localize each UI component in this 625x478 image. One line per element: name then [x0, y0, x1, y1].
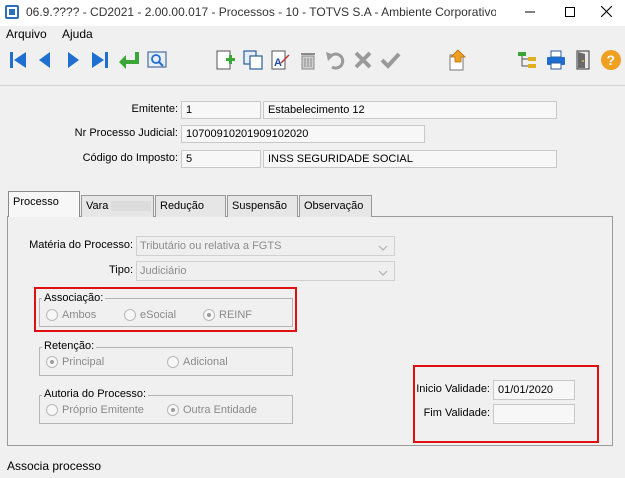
confirm-button[interactable]: [377, 48, 403, 74]
imposto-code-field[interactable]: 5: [181, 150, 261, 168]
materia-select[interactable]: Tributário ou relativa a FGTS: [136, 236, 395, 256]
autoria-title: Autoria do Processo:: [42, 388, 149, 400]
edit-icon: A: [269, 49, 291, 74]
last-record-button[interactable]: [87, 48, 113, 74]
status-bar: Associa processo: [0, 456, 625, 478]
print-button[interactable]: [543, 48, 569, 74]
autoria-proprio-emitente-radio[interactable]: [46, 404, 58, 416]
retencao-title: Retenção:: [42, 340, 97, 352]
previous-record-button[interactable]: [32, 48, 58, 74]
menu-bar: Arquivo Ajuda: [0, 26, 625, 43]
confirm-icon: [379, 49, 401, 74]
navigator-icon: [516, 49, 538, 74]
help-button[interactable]: ?: [598, 48, 624, 74]
status-text: Associa processo: [7, 459, 102, 473]
edit-button[interactable]: A: [267, 48, 293, 74]
undo-icon: [324, 49, 346, 74]
retencao-principal-label: Principal: [62, 356, 105, 368]
next-record-icon: [62, 49, 84, 74]
first-record-icon: [8, 49, 30, 74]
exit-button[interactable]: [571, 48, 597, 74]
first-record-button[interactable]: [6, 48, 32, 74]
toolbar: A ?: [0, 43, 625, 81]
autoria-proprio-emitente-label: Próprio Emitente: [62, 404, 144, 416]
goto-icon: [117, 49, 141, 74]
tab-vara-indicator: [111, 201, 152, 212]
tab-observacao[interactable]: Observação: [299, 195, 372, 217]
help-icon: ?: [600, 49, 622, 74]
close-button[interactable]: [588, 0, 625, 26]
copy-button[interactable]: [240, 48, 266, 74]
associacao-title: Associação:: [42, 292, 106, 304]
tab-suspensao[interactable]: Suspensão: [227, 195, 298, 217]
copy-icon: [242, 49, 264, 74]
inicio-validade-label: Inicio Validade:: [416, 383, 490, 395]
chevron-down-icon: [378, 266, 388, 284]
new-record-icon: [214, 49, 236, 74]
materia-label: Matéria do Processo:: [29, 239, 133, 251]
processo-label: Nr Processo Judicial:: [74, 127, 178, 139]
app-icon: [5, 5, 19, 19]
emitente-label: Emitente:: [131, 103, 178, 115]
associacao-esocial-label: eSocial: [140, 309, 177, 321]
imposto-description-field: INSS SEGURIDADE SOCIAL: [263, 150, 557, 168]
new-record-button[interactable]: [212, 48, 238, 74]
tab-vara-label: Vara: [86, 200, 109, 212]
processo-field[interactable]: 10700910201909102020: [181, 125, 425, 143]
maximize-button[interactable]: [550, 0, 590, 26]
close-icon: [600, 5, 613, 20]
maximize-icon: [565, 6, 575, 20]
delete-icon: [297, 49, 319, 74]
minimize-button[interactable]: [510, 0, 550, 26]
next-record-button[interactable]: [60, 48, 86, 74]
materia-value: Tributário ou relativa a FGTS: [140, 240, 282, 252]
associacao-reinf-label: REINF: [219, 309, 252, 321]
print-icon: [545, 49, 567, 74]
menu-ajuda[interactable]: Ajuda: [62, 27, 93, 41]
svg-text:?: ?: [607, 52, 616, 68]
emitente-code-field[interactable]: 1: [181, 101, 261, 119]
export-button[interactable]: [445, 48, 471, 74]
retencao-adicional-label: Adicional: [183, 356, 228, 368]
tab-vara[interactable]: Vara: [81, 195, 154, 217]
navigator-button[interactable]: [514, 48, 540, 74]
fim-validade-field[interactable]: [493, 404, 575, 424]
export-icon: [447, 48, 469, 74]
svg-text:A: A: [274, 57, 282, 69]
window-title: 06.9.???? - CD2021 - 2.00.00.017 - Proce…: [26, 5, 496, 19]
inicio-validade-field[interactable]: 01/01/2020: [493, 380, 575, 400]
tipo-value: Judiciário: [140, 265, 187, 277]
tab-processo[interactable]: Processo: [8, 191, 80, 217]
title-bar: 06.9.???? - CD2021 - 2.00.00.017 - Proce…: [0, 0, 625, 26]
associacao-ambos-radio[interactable]: [46, 309, 58, 321]
associacao-reinf-radio[interactable]: [203, 309, 215, 321]
minimize-icon: [525, 7, 535, 20]
undo-button[interactable]: [322, 48, 348, 74]
previous-record-icon: [34, 49, 56, 74]
emitente-description-field: Estabelecimento 12: [263, 101, 557, 119]
goto-button[interactable]: [116, 48, 142, 74]
retencao-adicional-radio[interactable]: [167, 356, 179, 368]
delete-button[interactable]: [295, 48, 321, 74]
autoria-outra-entidade-label: Outra Entidade: [183, 404, 257, 416]
fim-validade-label: Fim Validade:: [423, 407, 490, 419]
autoria-outra-entidade-radio[interactable]: [167, 404, 179, 416]
imposto-label: Código do Imposto:: [82, 152, 178, 164]
tab-reducao[interactable]: Redução: [155, 195, 226, 217]
cancel-icon: [352, 49, 374, 74]
tipo-select[interactable]: Judiciário: [136, 261, 395, 281]
last-record-icon: [89, 49, 111, 74]
associacao-esocial-radio[interactable]: [124, 309, 136, 321]
tipo-label: Tipo:: [108, 264, 133, 276]
menu-arquivo[interactable]: Arquivo: [6, 27, 47, 41]
chevron-down-icon: [378, 241, 388, 259]
retencao-principal-radio[interactable]: [46, 356, 58, 368]
associacao-ambos-label: Ambos: [62, 309, 97, 321]
cancel-button[interactable]: [350, 48, 376, 74]
search-button[interactable]: [144, 48, 170, 74]
search-icon: [146, 49, 168, 74]
exit-icon: [573, 49, 595, 74]
